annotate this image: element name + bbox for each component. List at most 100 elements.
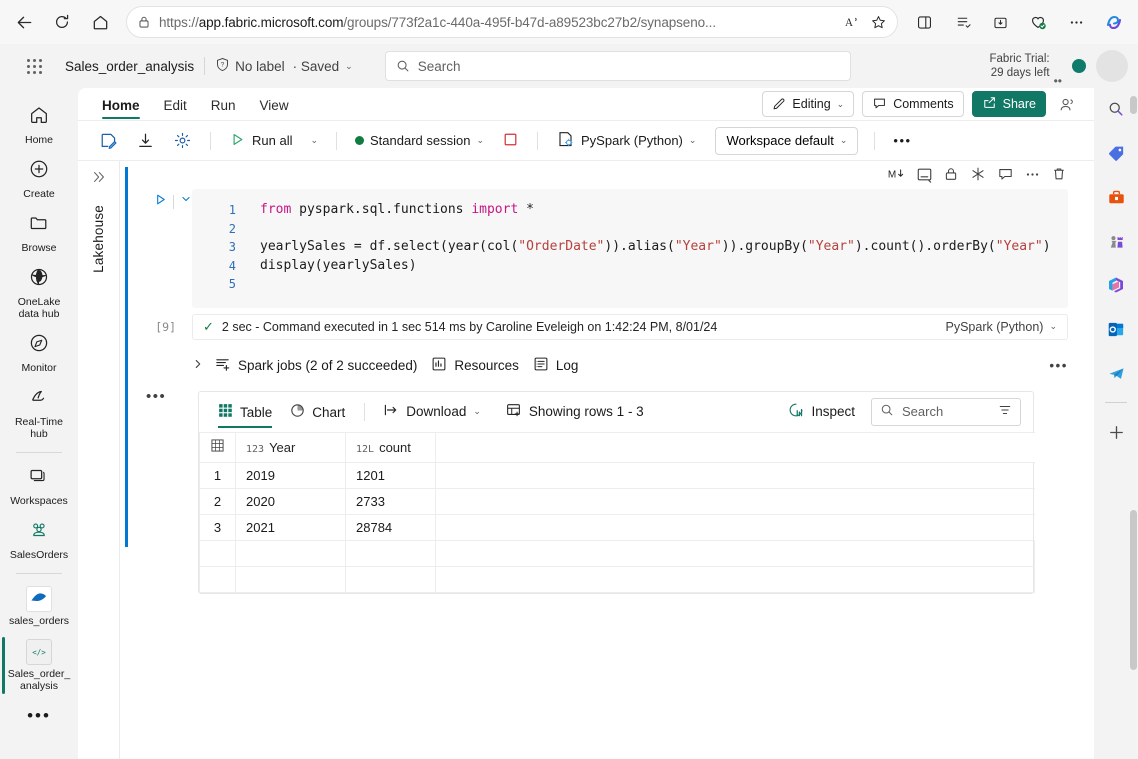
tab-edit[interactable]: Edit (154, 94, 197, 120)
table-cell[interactable]: 2021 (235, 513, 346, 541)
refresh-icon[interactable] (44, 4, 80, 40)
sidebar-item-sales-orders[interactable]: sales_orders (0, 580, 78, 633)
run-cell-icon[interactable] (154, 193, 167, 209)
table-cell[interactable]: 2019 (235, 461, 346, 489)
save-state-button[interactable]: · Saved ⌄ (293, 59, 353, 74)
filter-icon[interactable] (998, 403, 1012, 420)
inspect-label: Inspect (811, 404, 855, 420)
sidebar-item-monitor[interactable]: Monitor (0, 326, 78, 380)
cell-language-selector[interactable]: PySpark (Python) ⌄ (945, 320, 1057, 334)
download-icon[interactable] (129, 127, 162, 155)
more-cell-options-icon[interactable] (1019, 161, 1045, 187)
sidebar-item-label: Real-Time hub (14, 416, 64, 440)
lock-cell-icon[interactable] (938, 161, 964, 187)
grid-corner-icon[interactable] (199, 431, 236, 463)
column-header[interactable]: 12L count (345, 431, 436, 463)
inspect-button[interactable]: Inspect (782, 402, 861, 421)
share-button[interactable]: Share (971, 91, 1046, 117)
chevron-down-icon[interactable] (180, 193, 192, 208)
save-notebook-icon[interactable] (92, 127, 125, 155)
table-row[interactable]: 3 2021 28784 (199, 513, 1035, 541)
delete-cell-icon[interactable] (1046, 161, 1072, 187)
code-text[interactable]: display(yearlySales) (236, 257, 417, 276)
environment-label: Workspace default (726, 133, 834, 148)
environment-selector[interactable]: Workspace default ⌄ (715, 126, 859, 155)
trial-status[interactable]: Fabric Trial: 29 days left (990, 52, 1054, 80)
code-text[interactable]: yearlySales = df.select(year(col("OrderD… (236, 238, 1051, 257)
sidebar-item-workspaces[interactable]: Workspaces (0, 459, 78, 513)
jobs-overflow-button[interactable]: ••• (1049, 358, 1068, 373)
home-icon[interactable] (82, 4, 118, 40)
scrollbar-thumb[interactable] (1130, 510, 1137, 670)
app-launcher-icon[interactable] (19, 51, 49, 81)
table-cell[interactable]: 28784 (345, 513, 436, 541)
code-text[interactable] (236, 220, 260, 239)
toolbar-overflow-button[interactable]: ••• (886, 127, 918, 155)
star-icon[interactable] (870, 14, 887, 31)
run-all-options-button[interactable]: ⌄ (303, 127, 325, 155)
code-text[interactable] (236, 275, 260, 294)
document-name[interactable]: Sales_order_analysis (65, 59, 194, 74)
table-cell[interactable]: 2733 (345, 487, 436, 515)
tab-table-view[interactable]: Table (211, 395, 279, 429)
editing-mode-button[interactable]: Editing ⌄ (762, 91, 855, 117)
markdown-toggle-icon[interactable]: M (884, 161, 910, 187)
sidebar-item-create[interactable]: Create (0, 152, 78, 206)
code-text[interactable]: from pyspark.sql.functions import * (236, 201, 534, 220)
table-cell[interactable]: 1201 (345, 461, 436, 489)
freeze-cell-icon[interactable] (965, 161, 991, 187)
copilot-icon[interactable] (1096, 4, 1132, 40)
sensitivity-label-button[interactable]: ? No label (215, 57, 285, 75)
more-options-icon[interactable] (1058, 4, 1094, 40)
expand-spark-jobs-icon[interactable] (192, 358, 204, 373)
sidebar-item-salesorders[interactable]: SalesOrders (0, 513, 78, 567)
collections-icon[interactable] (944, 4, 980, 40)
table-row[interactable]: 1 2019 1201 (199, 461, 1035, 489)
download-results-button[interactable]: Download ⌄ (377, 403, 487, 420)
sidebar-item-home[interactable]: Home (0, 98, 78, 152)
column-header[interactable]: 123 Year (235, 431, 346, 463)
table-cell[interactable]: 2020 (235, 487, 346, 515)
column-name: Year (269, 439, 296, 455)
back-arrow-icon[interactable] (6, 4, 42, 40)
share-people-icon[interactable] (1054, 91, 1080, 117)
hide-output-icon[interactable] (911, 161, 937, 187)
chevron-down-icon: ⌄ (1049, 321, 1057, 332)
resources-button[interactable]: Resources (431, 356, 519, 375)
split-screen-icon[interactable] (906, 4, 942, 40)
session-selector[interactable]: Standard session ⌄ (348, 127, 491, 155)
global-search-input[interactable]: Search (384, 51, 851, 81)
sidebar-item-realtime-hub[interactable]: Real-Time hub (0, 380, 78, 446)
notebook-scroll-area[interactable]: M 1 from pyspark.sql.functions import * … (120, 161, 1094, 759)
browser-essentials-icon[interactable] (1020, 4, 1056, 40)
comment-cell-icon[interactable] (992, 161, 1018, 187)
log-button[interactable]: Log (533, 356, 578, 375)
language-selector[interactable]: PySpark (Python) ⌄ (549, 127, 703, 155)
tab-home[interactable]: Home (92, 94, 150, 120)
chevron-double-right-icon[interactable] (91, 169, 107, 189)
presence-indicator[interactable] (1072, 59, 1086, 73)
table-row[interactable]: 2 2020 2733 (199, 487, 1035, 515)
tab-run[interactable]: Run (201, 94, 246, 120)
downloads-icon[interactable] (982, 4, 1018, 40)
lakehouse-explorer-tab[interactable]: Lakehouse (78, 161, 120, 759)
result-search-input[interactable]: Search (871, 397, 1021, 426)
sidebar-item-sales-order-analysis[interactable]: </> Sales_order_ analysis (0, 633, 78, 698)
showing-rows-status[interactable]: Showing rows 1 - 3 (499, 402, 650, 421)
rail-more-button[interactable]: ••• (0, 698, 78, 726)
sidebar-item-onelake-data-hub[interactable]: OneLake data hub (0, 260, 78, 326)
run-all-button[interactable]: Run all (222, 127, 299, 155)
avatar[interactable] (1096, 50, 1128, 82)
read-aloud-icon[interactable]: A (845, 14, 862, 30)
scrollbar-thumb-top[interactable] (1130, 96, 1137, 114)
gear-icon[interactable] (166, 127, 199, 155)
sidebar-item-browse[interactable]: Browse (0, 206, 78, 260)
address-bar[interactable]: https://app.fabric.microsoft.com/groups/… (126, 6, 898, 38)
code-editor[interactable]: 1 from pyspark.sql.functions import * 2 3 ye… (192, 189, 1068, 308)
tab-chart-view[interactable]: Chart (283, 395, 352, 428)
spark-jobs-button[interactable]: Spark jobs (2 of 2 succeeded) (214, 356, 417, 376)
comments-button[interactable]: Comments (862, 91, 964, 117)
tab-view[interactable]: View (250, 94, 299, 120)
code-token: * (518, 202, 534, 217)
stop-session-button[interactable] (495, 127, 526, 155)
